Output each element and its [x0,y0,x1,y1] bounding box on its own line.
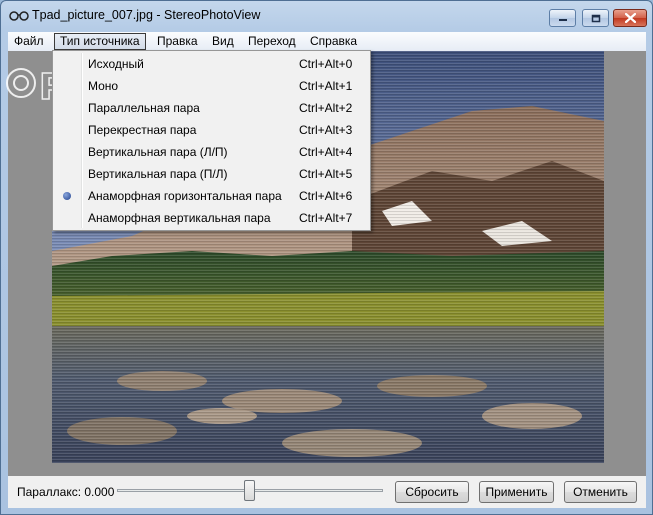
menu-option-mono[interactable]: Моно Ctrl+Alt+1 [55,76,368,97]
menu-view[interactable]: Вид [207,33,239,50]
maximize-icon [591,14,600,22]
option-label: Исходный [88,57,144,71]
menu-option-original[interactable]: Исходный Ctrl+Alt+0 [55,54,368,75]
parallax-panel: Параллакс: 0.000 Сбросить Применить Отме… [8,476,646,508]
option-shortcut: Ctrl+Alt+4 [299,145,353,159]
option-shortcut: Ctrl+Alt+2 [299,101,353,115]
option-label: Моно [88,79,119,93]
menu-source-type[interactable]: Тип источника [54,33,146,50]
cancel-button[interactable]: Отменить [564,481,637,503]
menu-option-anamorph-horizontal[interactable]: Анаморфная горизонтальная пара Ctrl+Alt+… [55,186,368,207]
option-shortcut: Ctrl+Alt+5 [299,167,353,181]
option-label: Вертикальная пара (П/Л) [88,167,228,181]
option-shortcut: Ctrl+Alt+7 [299,211,353,225]
stereo-glasses-icon [9,11,29,21]
reset-button[interactable]: Сбросить [395,481,469,503]
menu-bar: Файл Тип источника Правка Вид Переход Сп… [8,32,646,51]
option-shortcut: Ctrl+Alt+0 [299,57,353,71]
menu-help[interactable]: Справка [305,33,362,50]
menu-option-cross-pair[interactable]: Перекрестная пара Ctrl+Alt+3 [55,120,368,141]
option-label: Вертикальная пара (Л/П) [88,145,228,159]
option-shortcut: Ctrl+Alt+1 [299,79,353,93]
menu-option-parallel-pair[interactable]: Параллельная пара Ctrl+Alt+2 [55,98,368,119]
option-label: Анаморфная вертикальная пара [88,211,271,225]
option-label: Перекрестная пара [88,123,197,137]
parallax-label: Параллакс: 0.000 [17,485,115,499]
close-button[interactable] [613,9,647,27]
close-icon [624,13,636,23]
selected-radio-icon [63,192,71,200]
option-label: Анаморфная горизонтальная пара [88,189,282,203]
app-window: Tpad_picture_007.jpg - StereoPhotoView Ф… [0,0,653,515]
title-bar[interactable]: Tpad_picture_007.jpg - StereoPhotoView [1,1,652,31]
menu-edit[interactable]: Правка [152,33,203,50]
menu-option-vertical-rl[interactable]: Вертикальная пара (П/Л) Ctrl+Alt+5 [55,164,368,185]
option-shortcut: Ctrl+Alt+3 [299,123,353,137]
source-type-dropdown: Исходный Ctrl+Alt+0 Моно Ctrl+Alt+1 Пара… [52,50,371,231]
menu-file[interactable]: Файл [9,33,49,50]
menu-option-anamorph-vertical[interactable]: Анаморфная вертикальная пара Ctrl+Alt+7 [55,208,368,229]
minimize-icon [558,19,567,21]
apply-button[interactable]: Применить [479,481,554,503]
minimize-button[interactable] [549,9,576,27]
option-label: Параллельная пара [88,101,200,115]
window-title: Tpad_picture_007.jpg - StereoPhotoView [32,8,261,22]
parallax-slider-thumb[interactable] [244,480,255,501]
menu-navigate[interactable]: Переход [243,33,301,50]
maximize-button[interactable] [582,9,609,27]
menu-option-vertical-lr[interactable]: Вертикальная пара (Л/П) Ctrl+Alt+4 [55,142,368,163]
option-shortcut: Ctrl+Alt+6 [299,189,353,203]
